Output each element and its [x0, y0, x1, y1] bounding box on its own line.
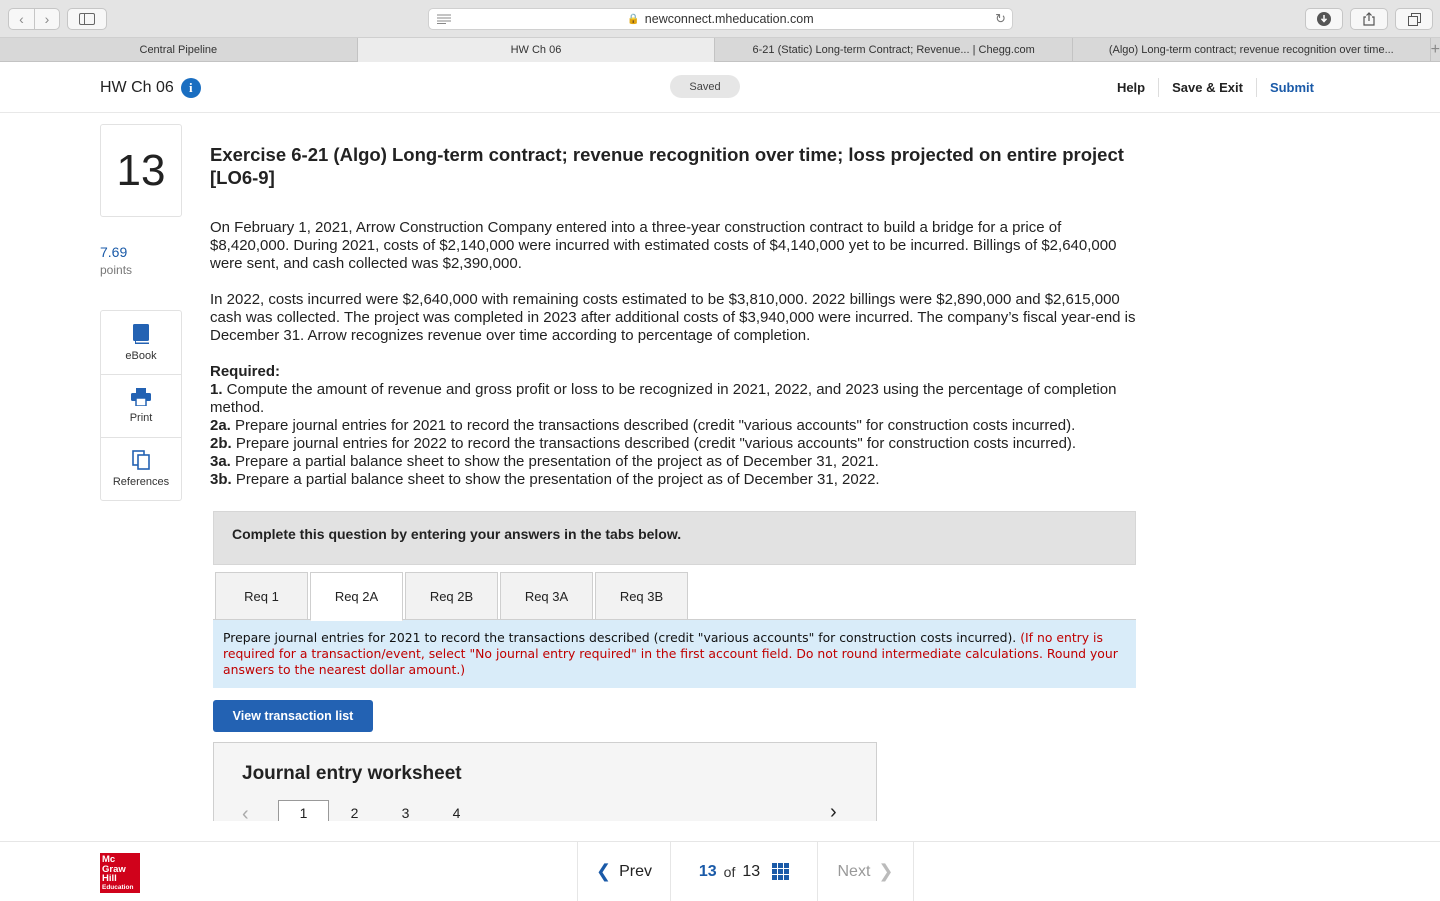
- saved-status-badge: Saved: [670, 75, 740, 98]
- save-exit-link[interactable]: Save & Exit: [1158, 78, 1256, 97]
- worksheet-title: Journal entry worksheet: [242, 763, 462, 784]
- print-button[interactable]: Print: [101, 374, 181, 437]
- tab-req-2b[interactable]: Req 2B: [405, 572, 498, 620]
- address-bar[interactable]: 🔒 newconnect.mheducation.com ↻: [428, 8, 1013, 30]
- back-icon[interactable]: ‹: [9, 9, 34, 29]
- tools-panel: eBook Print References: [100, 310, 182, 501]
- chevron-right-icon[interactable]: ›: [830, 801, 837, 821]
- references-label: References: [112, 476, 170, 488]
- forward-icon[interactable]: ›: [34, 9, 59, 29]
- sidebar-toggle-icon[interactable]: [67, 8, 107, 30]
- assignment-title: HW Ch 06: [100, 79, 174, 96]
- browser-toolbar: ‹ › 🔒 newconnect.mheducation.com ↻: [0, 0, 1440, 38]
- prev-label: Prev: [619, 862, 652, 880]
- points-block: 7.69 points: [100, 244, 132, 277]
- points-label: points: [100, 263, 133, 277]
- requirements-block: Required: 1. Compute the amount of reven…: [210, 363, 1140, 489]
- requirement-item: 3b. Prepare a partial balance sheet to s…: [210, 471, 880, 488]
- ebook-button[interactable]: eBook: [101, 311, 181, 374]
- reload-icon[interactable]: ↻: [995, 11, 1006, 27]
- exercise-title: Exercise 6-21 (Algo) Long-term contract;…: [210, 144, 1124, 188]
- reader-icon[interactable]: [437, 13, 451, 27]
- info-icon[interactable]: i: [180, 78, 201, 98]
- browser-tab[interactable]: 6-21 (Static) Long-term Contract; Revenu…: [715, 38, 1073, 62]
- question-number: 13: [100, 124, 182, 217]
- journal-entry-worksheet: Journal entry worksheet ‹ 1 2 3 4 ›: [213, 742, 877, 821]
- chevron-left-icon: ❮: [596, 861, 612, 881]
- total-questions: 13: [742, 862, 761, 880]
- browser-tab-strip: Central Pipeline HW Ch 06 6-21 (Static) …: [0, 38, 1440, 62]
- printer-icon: [131, 388, 151, 406]
- references-icon: [132, 450, 150, 470]
- help-link[interactable]: Help: [1104, 78, 1158, 97]
- url-text: newconnect.mheducation.com: [644, 12, 814, 26]
- browser-tab[interactable]: (Algo) Long-term contract; revenue recog…: [1073, 38, 1431, 62]
- browser-tab-active[interactable]: HW Ch 06: [357, 38, 716, 62]
- worksheet-pager: ‹ 1 2 3 4: [242, 800, 482, 821]
- download-icon[interactable]: [1305, 8, 1343, 30]
- worksheet-page-2[interactable]: 2: [329, 800, 380, 821]
- requirement-tabs: Req 1 Req 2A Req 2B Req 3A Req 3B: [215, 572, 690, 621]
- of-label: of: [723, 863, 736, 880]
- question-pager: ❮ Prev 13 of 13 Next ❯: [577, 842, 914, 901]
- ebook-label: eBook: [125, 349, 157, 362]
- instruction-text: Prepare journal entries for 2021 to reco…: [223, 630, 1017, 645]
- tab-instructions: Prepare journal entries for 2021 to reco…: [213, 620, 1136, 688]
- assignment-title-group: HW Ch 06 i: [100, 78, 201, 98]
- grid-icon[interactable]: [772, 863, 790, 880]
- prev-button[interactable]: ❮ Prev: [577, 842, 670, 901]
- requirement-item: 1. Compute the amount of revenue and gro…: [210, 381, 1117, 416]
- references-button[interactable]: References: [101, 437, 181, 500]
- requirement-item: 2a. Prepare journal entries for 2021 to …: [210, 417, 1076, 434]
- tabs-overview-icon[interactable]: [1395, 8, 1433, 30]
- browser-nav-group: ‹ ›: [8, 8, 60, 30]
- new-tab-button[interactable]: +: [1431, 38, 1440, 61]
- requirement-item: 2b. Prepare journal entries for 2022 to …: [210, 435, 1077, 452]
- chevron-right-icon: ❯: [878, 861, 894, 881]
- problem-paragraph-1: On February 1, 2021, Arrow Construction …: [210, 219, 1117, 272]
- next-label: Next: [837, 862, 871, 880]
- print-label: Print: [129, 412, 153, 424]
- book-icon: [133, 323, 149, 344]
- required-heading: Required:: [210, 363, 281, 380]
- current-question: 13: [698, 862, 717, 880]
- footer: Mc Graw Hill Education ❮ Prev 13 of 13 N…: [0, 841, 1440, 901]
- share-icon[interactable]: [1350, 8, 1388, 30]
- problem-paragraph-2: In 2022, costs incurred were $2,640,000 …: [210, 291, 1136, 344]
- submit-link[interactable]: Submit: [1255, 78, 1327, 97]
- points-value: 7.69: [100, 244, 128, 260]
- tab-req-3a[interactable]: Req 3A: [500, 572, 593, 620]
- worksheet-page-3[interactable]: 3: [380, 800, 431, 821]
- tab-req-3b[interactable]: Req 3B: [595, 572, 688, 620]
- browser-tab[interactable]: Central Pipeline: [0, 38, 358, 62]
- worksheet-page-4[interactable]: 4: [431, 800, 482, 821]
- tab-req-2a[interactable]: Req 2A: [310, 572, 403, 621]
- next-button[interactable]: Next ❯: [817, 842, 914, 901]
- header-actions: Help Save & Exit Submit: [1104, 78, 1327, 97]
- chevron-left-icon[interactable]: ‹: [242, 803, 278, 821]
- tab-req-1[interactable]: Req 1: [215, 572, 308, 620]
- question-navigator[interactable]: 13 of 13: [670, 842, 817, 901]
- lock-icon: 🔒: [627, 13, 640, 25]
- view-transaction-list-button[interactable]: View transaction list: [213, 700, 373, 732]
- mcgraw-hill-logo: Mc Graw Hill Education: [100, 853, 140, 893]
- worksheet-page-1[interactable]: 1: [278, 800, 329, 821]
- app-header: HW Ch 06 i Saved Help Save & Exit Submit: [0, 63, 1440, 113]
- requirement-item: 3a. Prepare a partial balance sheet to s…: [210, 453, 879, 470]
- answer-prompt: Complete this question by entering your …: [213, 511, 1136, 565]
